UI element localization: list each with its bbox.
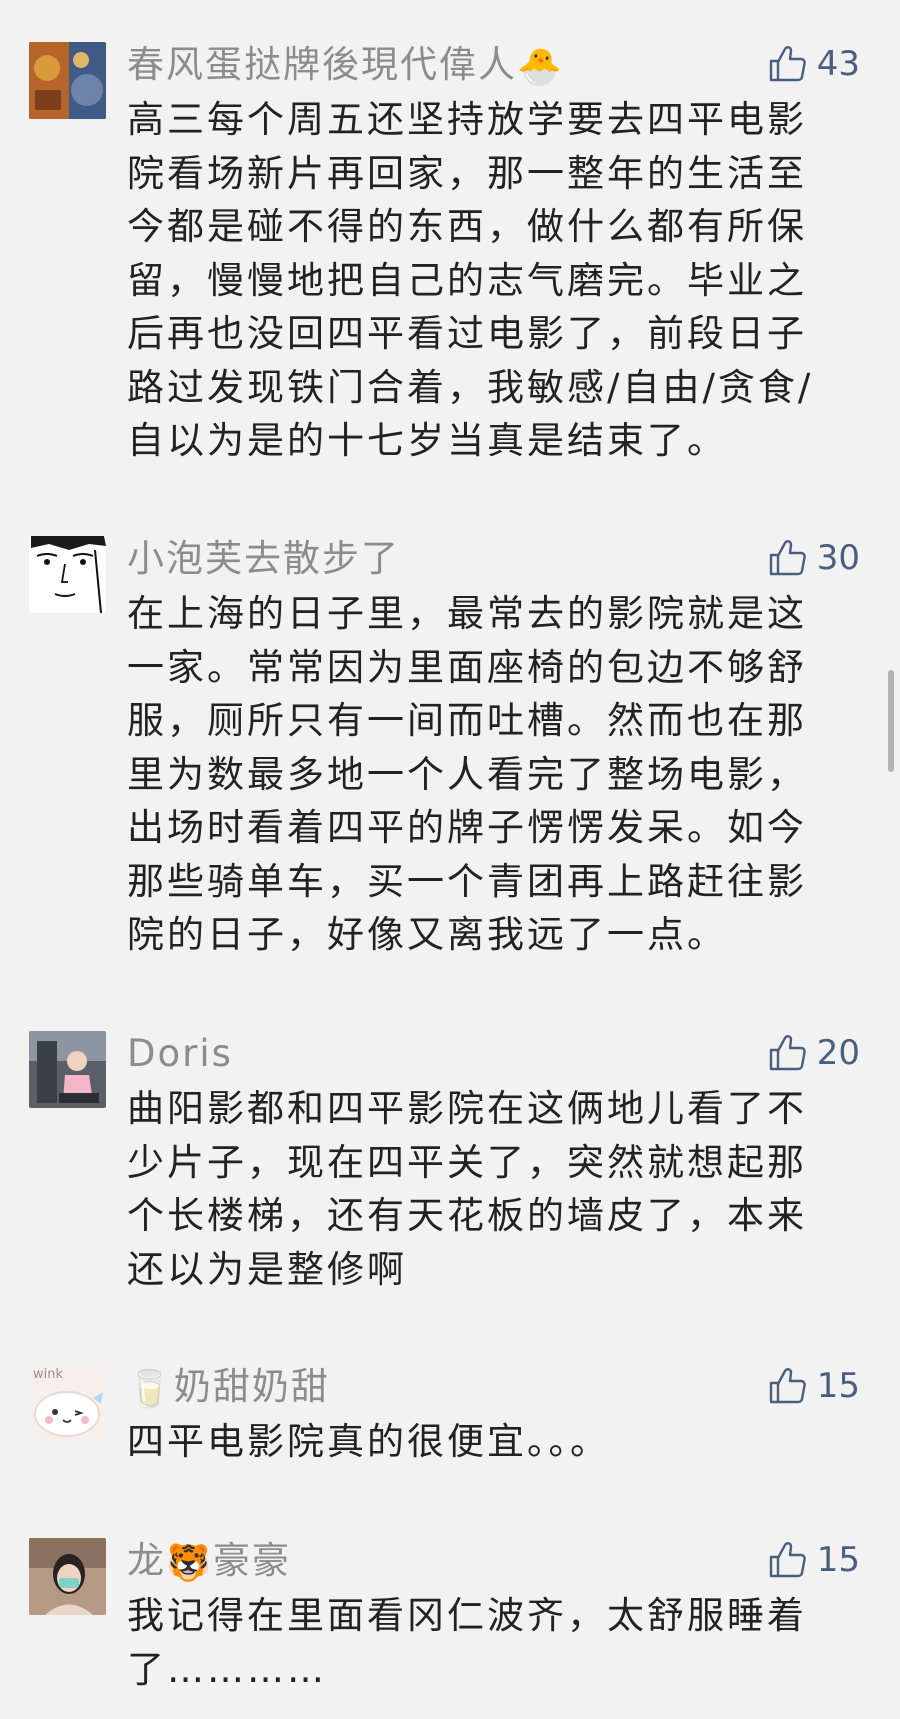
avatar[interactable] [29,1538,106,1615]
avatar[interactable]: wink [29,1364,106,1441]
avatar[interactable] [29,536,106,613]
like-count: 43 [816,44,860,84]
like-count: 30 [816,538,860,578]
thumbs-up-icon [769,1368,806,1404]
thumbs-up-icon [769,540,806,576]
thumbs-up-icon [769,1035,806,1071]
username[interactable]: 🥛奶甜奶甜 [127,1365,330,1410]
milk-glass-emoji: 🥛 [127,1369,174,1410]
like-button[interactable]: 15 [767,1538,860,1582]
tiger-face-emoji: 🐯 [166,1543,213,1584]
avatar-image: wink [29,1364,106,1441]
username[interactable]: 龙🐯豪豪 [127,1539,291,1584]
like-button[interactable]: 30 [767,536,860,580]
comment-text[interactable]: 我记得在里面看冈仁波齐，太舒服睡着 了………… [127,1589,827,1696]
avatar-image [29,42,106,119]
like-count: 20 [816,1033,860,1073]
comment-text[interactable]: 四平电影院真的很便宜。。。 [127,1415,827,1469]
like-button[interactable]: 43 [767,42,860,86]
thumbs-up-icon [769,1542,806,1578]
scrollbar[interactable] [888,670,894,772]
comment-text[interactable]: 曲阳影都和四平影院在这俩地儿看了不 少片子，现在四平关了，突然就想起那 个长楼梯… [127,1082,827,1296]
like-button[interactable]: 20 [767,1031,860,1075]
username[interactable]: Doris [127,1032,233,1076]
username[interactable]: 春风蛋挞牌後現代偉人🐣 [127,43,564,88]
like-count: 15 [816,1366,860,1406]
like-button[interactable]: 15 [767,1364,860,1408]
avatar[interactable] [29,1031,106,1108]
avatar-image [29,536,106,613]
username[interactable]: 小泡芙去散步了 [127,537,400,581]
svg-text:wink: wink [33,1367,63,1382]
thumbs-up-icon [769,46,806,82]
hatching-chick-emoji: 🐣 [517,47,564,88]
comment-text[interactable]: 在上海的日子里，最常去的影院就是这 一家。常常因为里面座椅的包边不够舒 服，厕所… [127,587,827,962]
avatar-image [29,1031,106,1108]
avatar[interactable] [29,42,106,119]
like-count: 15 [816,1540,860,1580]
comment-text[interactable]: 高三每个周五还坚持放学要去四平电影 院看场新片再回家，那一整年的生活至 今都是碰… [127,93,827,468]
avatar-image [29,1538,106,1615]
